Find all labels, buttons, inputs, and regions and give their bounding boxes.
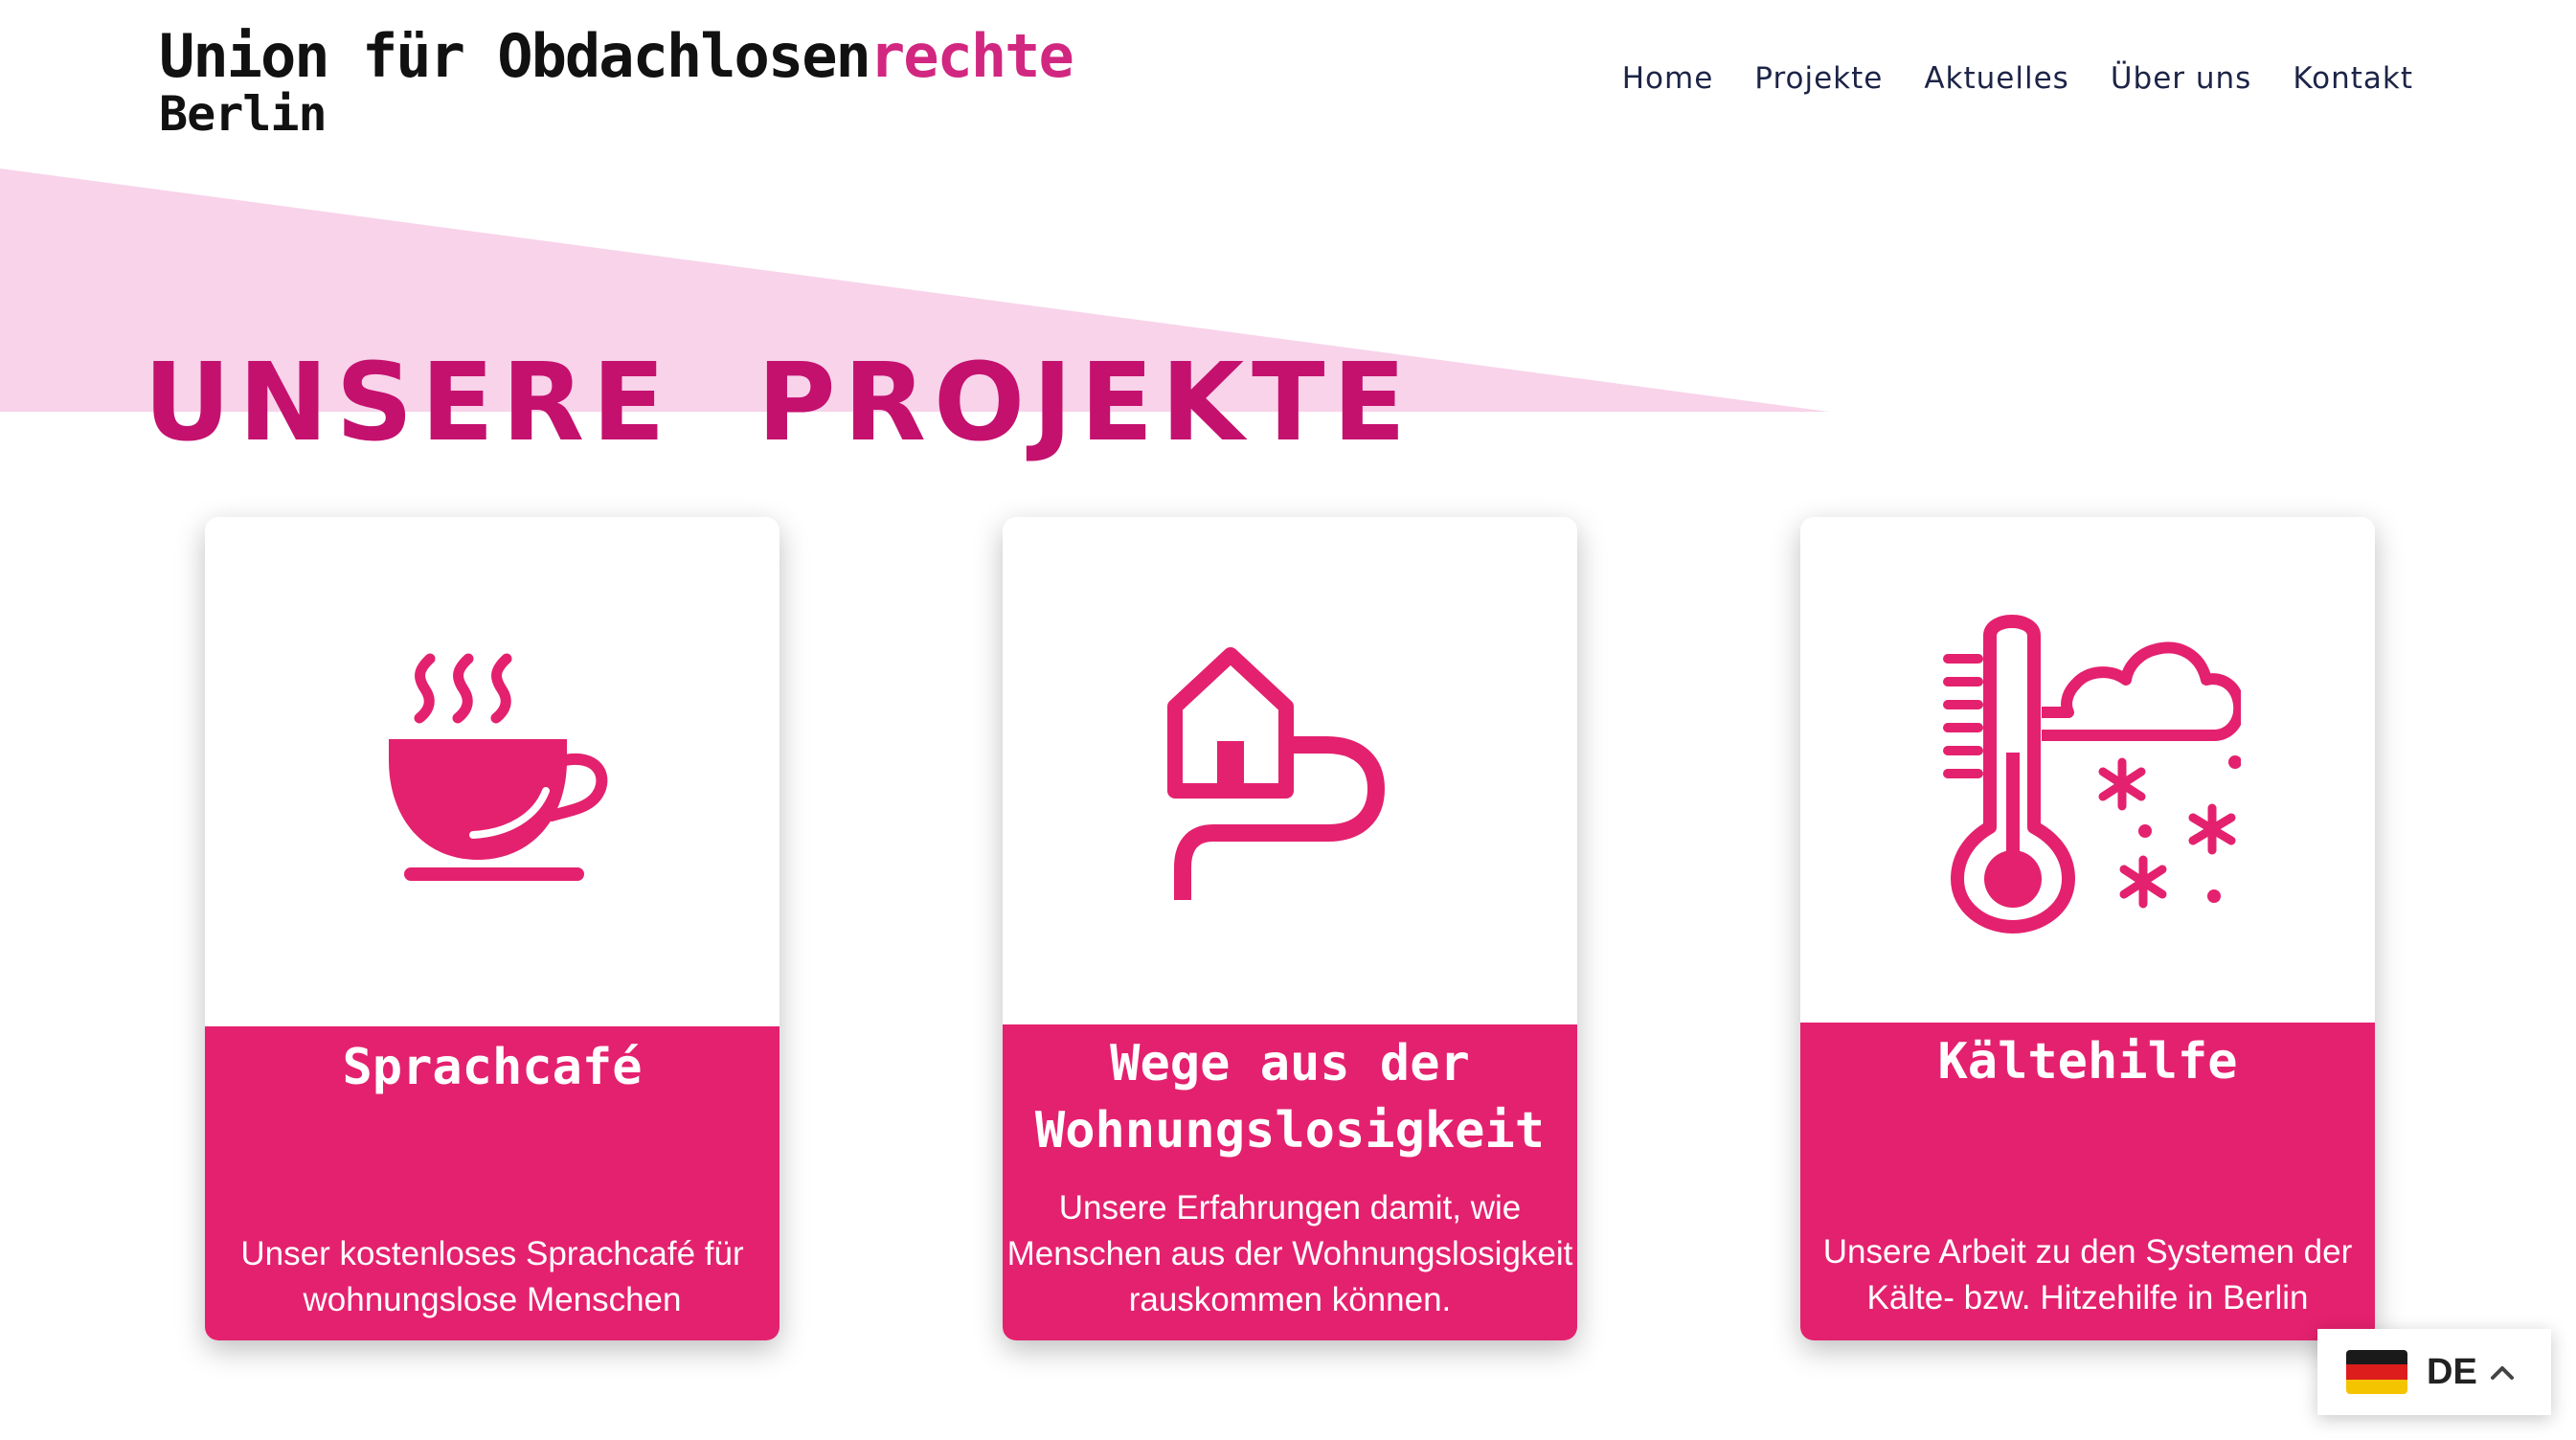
page-title-word-2: PROJEKTE	[757, 341, 1414, 466]
logo-title: Union für Obdachlosenrechte	[159, 21, 1074, 91]
card-caption: Wege aus der Wohnungslosigkeit Unsere Er…	[1003, 1024, 1577, 1340]
project-card-sprachcafe[interactable]: Sprachcafé Unser kostenloses Sprachcafé …	[205, 517, 780, 1340]
nav-kontakt[interactable]: Kontakt	[2293, 61, 2413, 96]
language-switcher[interactable]: DE	[2317, 1329, 2551, 1415]
page: Union für Obdachlosenrechte Berlin Home …	[0, 0, 2576, 1440]
nav-home[interactable]: Home	[1622, 61, 1714, 96]
language-code: DE	[2427, 1351, 2477, 1392]
logo-subtitle: Berlin	[159, 86, 328, 142]
card-icon-area	[1800, 517, 2375, 1026]
chevron-up-icon	[2490, 1366, 2514, 1380]
card-description: Unser kostenloses Sprachcafé für wohnung…	[240, 1235, 744, 1318]
site-logo[interactable]: Union für Obdachlosenrechte Berlin	[159, 21, 1074, 142]
project-card-wege[interactable]: Wege aus der Wohnungslosigkeit Unsere Er…	[1003, 517, 1577, 1340]
card-icon-area	[1003, 517, 1577, 1026]
card-icon-area	[205, 517, 780, 1026]
nav-aktuelles[interactable]: Aktuelles	[1924, 61, 2068, 96]
card-caption: Kältehilfe Unsere Arbeit zu den Systemen…	[1800, 1023, 2375, 1340]
coffee-cup-icon	[389, 653, 608, 881]
main-nav: Home Projekte Aktuelles Über uns Kontakt	[1622, 61, 2413, 96]
house-path-icon	[1167, 647, 1386, 900]
germany-flag-icon	[2346, 1350, 2407, 1394]
logo-accent-text: rechte	[869, 21, 1074, 91]
card-title: Kältehilfe	[1937, 1033, 2238, 1091]
nav-ueber-uns[interactable]: Über uns	[2111, 61, 2252, 96]
card-description: Unsere Erfahrungen damit, wie Menschen a…	[1006, 1189, 1573, 1318]
card-description: Unsere Arbeit zu den Systemen der Kälte-…	[1822, 1233, 2353, 1316]
page-title-word-1: UNSERE	[144, 341, 673, 466]
project-card-kaeltehilfe[interactable]: Kältehilfe Unsere Arbeit zu den Systemen…	[1800, 517, 2375, 1340]
nav-projekte[interactable]: Projekte	[1754, 61, 1883, 96]
card-caption: Sprachcafé Unser kostenloses Sprachcafé …	[205, 1026, 780, 1340]
card-title: Sprachcafé	[342, 1039, 643, 1096]
thermometer-weather-icon	[1943, 615, 2241, 934]
page-title: UNSERE PROJEKTE	[144, 349, 1413, 457]
card-title: Wege aus der Wohnungslosigkeit	[1034, 1035, 1546, 1159]
